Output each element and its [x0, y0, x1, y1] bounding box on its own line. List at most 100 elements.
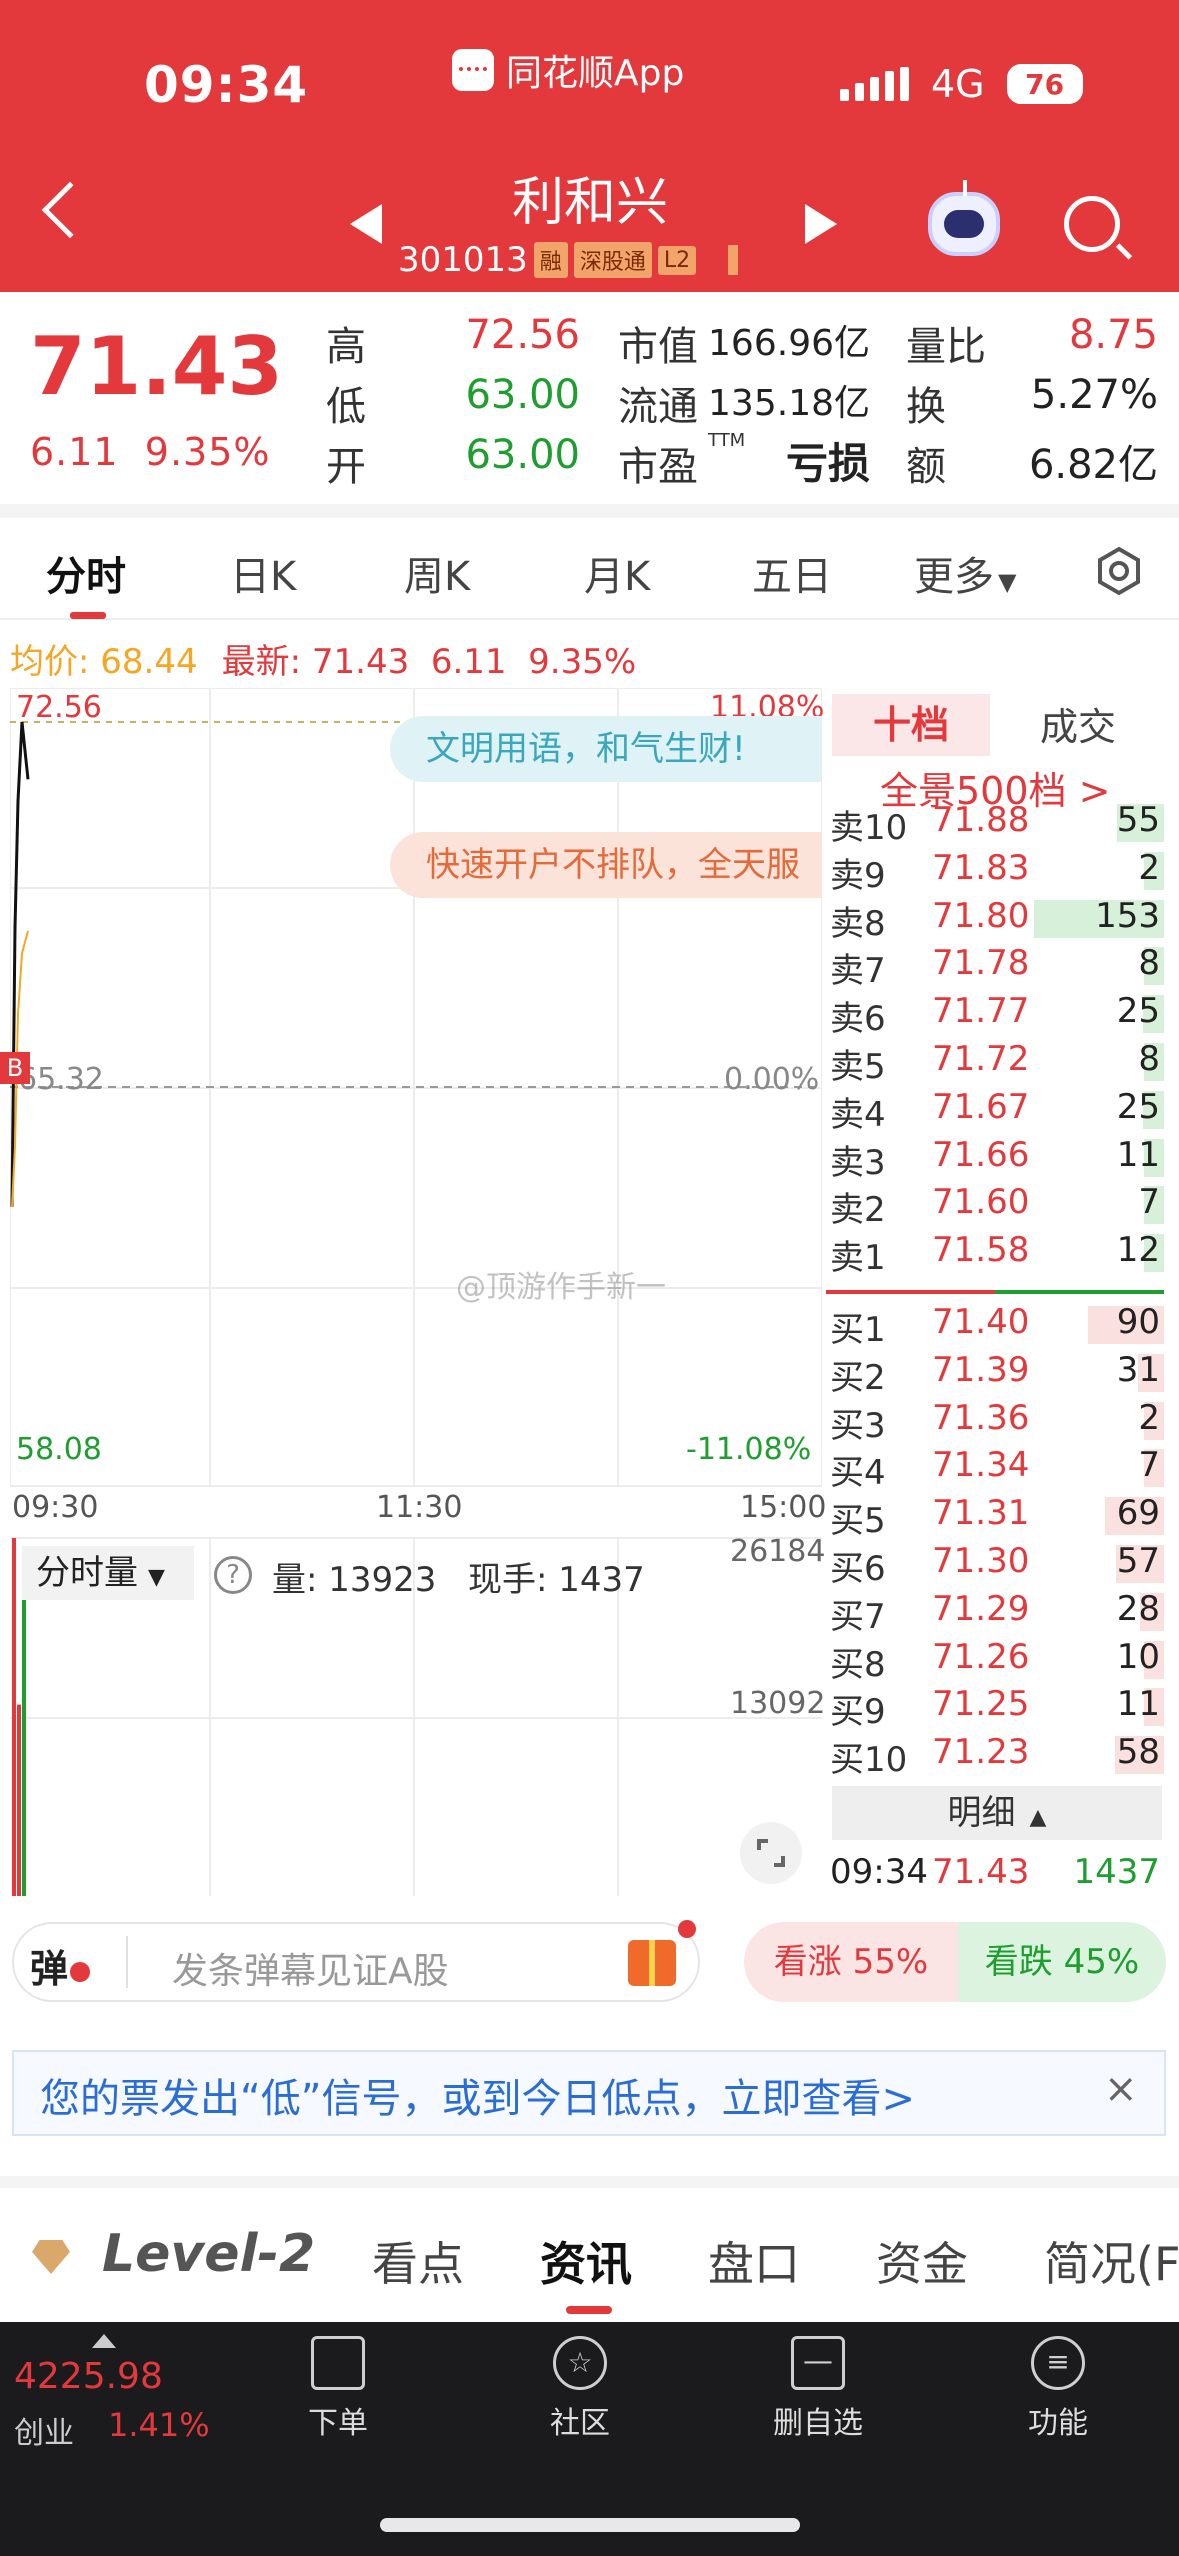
nav-community[interactable]: ☆ 社区 — [520, 2336, 640, 2442]
banner-civil[interactable]: 文明用语，和气生财! — [390, 716, 822, 782]
back-icon[interactable] — [41, 181, 99, 239]
bid-level-row[interactable]: 买8 71.26 10 — [830, 1637, 1164, 1685]
ask-lvl: 卖10 — [830, 808, 908, 848]
bid-px: 71.23 — [932, 1732, 1030, 1773]
last-trade-qty: 1437 — [1073, 1852, 1160, 1892]
bid-level-row[interactable]: 买1 71.40 90 — [830, 1302, 1164, 1350]
buy-marker-icon: B — [0, 1052, 30, 1084]
bid-level-row[interactable]: 买7 71.29 28 — [830, 1589, 1164, 1637]
ask-level-row[interactable]: 卖10 71.88 55 — [830, 800, 1164, 848]
bid-level-row[interactable]: 买5 71.31 69 — [830, 1493, 1164, 1541]
ask-level-row[interactable]: 卖9 71.83 2 — [830, 848, 1164, 896]
hand-value: 现手: 1437 — [468, 1560, 645, 1600]
tab-ten-levels[interactable]: 十档 — [832, 694, 990, 756]
last-trade-time: 09:34 — [830, 1852, 928, 1892]
bid-level-row[interactable]: 买2 71.39 31 — [830, 1350, 1164, 1398]
home-indicator[interactable] — [380, 2518, 800, 2532]
status-indicators: 4G 76 — [840, 62, 1083, 106]
banner-open-account[interactable]: 快速开户不排队，全天服 — [390, 832, 822, 898]
volume-selector[interactable]: 分时量 ▼ — [22, 1546, 194, 1600]
ask-px: 71.80 — [932, 895, 1030, 936]
bid-px: 71.36 — [932, 1397, 1030, 1438]
ask-qty: 8 — [1138, 943, 1160, 984]
price-tick-high: 72.56 — [16, 690, 102, 725]
tab-daily-k[interactable]: 日K — [230, 544, 296, 602]
bid-level-row[interactable]: 买6 71.30 57 — [830, 1541, 1164, 1589]
tab-order-flow[interactable]: 盘口 — [708, 2228, 800, 2294]
search-icon[interactable] — [1064, 196, 1120, 252]
tab-five-day[interactable]: 五日 — [752, 544, 832, 602]
bid-qty: 28 — [1116, 1588, 1160, 1629]
status-app-label: 同花顺App — [452, 44, 684, 96]
tab-more[interactable]: 更多 ▼ — [914, 544, 1016, 602]
tag-connect: 深股通 — [573, 242, 652, 278]
next-stock-icon[interactable] — [805, 204, 837, 244]
bid-level-row[interactable]: 买4 71.34 7 — [830, 1445, 1164, 1493]
order-book-divider — [826, 1290, 1164, 1294]
tab-monthly-k[interactable]: 月K — [584, 544, 650, 602]
bid-level-row[interactable]: 买10 71.23 58 — [830, 1732, 1164, 1780]
nav-functions-label: 功能 — [1028, 2406, 1088, 2441]
ask-qty: 25 — [1116, 991, 1160, 1032]
ask-level-row[interactable]: 卖8 71.80 153 — [830, 896, 1164, 944]
star-icon: ☆ — [553, 2336, 607, 2390]
prev-stock-icon[interactable] — [350, 204, 382, 244]
ask-qty: 8 — [1138, 1039, 1160, 1079]
value-pe: 亏损 — [785, 439, 870, 488]
value-high: 72.56 — [465, 312, 580, 358]
tab-level2[interactable]: Level-2 — [102, 2224, 315, 2284]
nav-remove-watchlist[interactable]: — 删自选 — [758, 2336, 878, 2442]
value-turnover: 5.27% — [1030, 372, 1158, 418]
battery-icon: 76 — [1006, 64, 1083, 104]
avg-price-row: 均价: 68.44 最新: 71.43 6.11 9.35% — [10, 634, 636, 683]
expand-icon[interactable] — [740, 1822, 802, 1884]
label-market-cap: 市值 — [618, 324, 698, 370]
ask-qty: 25 — [1116, 1086, 1160, 1127]
tab-intraday[interactable]: 分时 — [46, 544, 126, 602]
time-tick-close: 15:00 — [740, 1490, 827, 1525]
tab-active-indicator — [566, 2306, 612, 2314]
label-high: 高 — [326, 324, 366, 370]
nav-order[interactable]: 下单 — [278, 2336, 398, 2442]
danmu-icon[interactable]: 弹 — [30, 1938, 68, 1993]
ask-level-row[interactable]: 卖4 71.67 25 — [830, 1087, 1164, 1135]
bid-lvl: 买6 — [830, 1549, 886, 1589]
tag-margin: 融 — [533, 242, 568, 278]
tab-funds[interactable]: 资金 — [876, 2228, 968, 2294]
close-icon[interactable]: × — [1104, 2066, 1138, 2112]
nav-functions[interactable]: ≡ 功能 — [998, 2336, 1118, 2442]
gift-icon[interactable] — [628, 1940, 676, 1986]
index-value[interactable]: 4225.98 — [14, 2356, 163, 2397]
tab-profile[interactable]: 简况(F — [1044, 2228, 1179, 2294]
tab-highlights[interactable]: 看点 — [372, 2228, 464, 2294]
vote-bearish-button[interactable]: 看跌 45% — [958, 1922, 1166, 2002]
chevron-up-icon: ▲ — [1029, 1805, 1047, 1830]
robot-assistant-icon[interactable] — [928, 180, 1000, 256]
danmu-placeholder[interactable]: 发条弹幕见证A股 — [172, 1942, 449, 1994]
ask-level-row[interactable]: 卖3 71.66 11 — [830, 1135, 1164, 1183]
bid-qty: 2 — [1138, 1397, 1160, 1438]
ask-px: 71.72 — [932, 1039, 1030, 1079]
tab-news[interactable]: 资讯 — [540, 2228, 632, 2294]
ask-px: 71.88 — [932, 800, 1030, 840]
tab-trades[interactable]: 成交 — [1040, 696, 1116, 751]
gear-icon[interactable] — [1094, 546, 1144, 596]
value-vol-ratio: 8.75 — [1068, 312, 1158, 358]
detail-toggle[interactable]: 明细 ▲ — [832, 1786, 1162, 1840]
current-price: 71.43 — [30, 320, 284, 413]
ask-level-row[interactable]: 卖2 71.60 7 — [830, 1182, 1164, 1230]
bid-level-row[interactable]: 买9 71.25 11 — [830, 1684, 1164, 1732]
ask-level-row[interactable]: 卖6 71.77 25 — [830, 991, 1164, 1039]
tab-weekly-k[interactable]: 周K — [404, 544, 470, 602]
vote-bullish-button[interactable]: 看涨 55% — [744, 1922, 958, 2002]
bid-level-row[interactable]: 买3 71.36 2 — [830, 1398, 1164, 1446]
ask-level-row[interactable]: 卖1 71.58 12 — [830, 1230, 1164, 1278]
ask-level-row[interactable]: 卖5 71.72 8 — [830, 1039, 1164, 1087]
bid-px: 71.40 — [932, 1302, 1030, 1342]
ask-lvl: 卖1 — [830, 1238, 886, 1279]
help-icon[interactable]: ? — [214, 1556, 252, 1594]
bid-px: 71.39 — [932, 1349, 1030, 1390]
bid-qty: 69 — [1116, 1493, 1160, 1534]
ask-level-row[interactable]: 卖7 71.78 8 — [830, 943, 1164, 991]
notice-text[interactable]: 您的票发出“低”信号，或到今日低点，立即查看> — [40, 2066, 915, 2124]
